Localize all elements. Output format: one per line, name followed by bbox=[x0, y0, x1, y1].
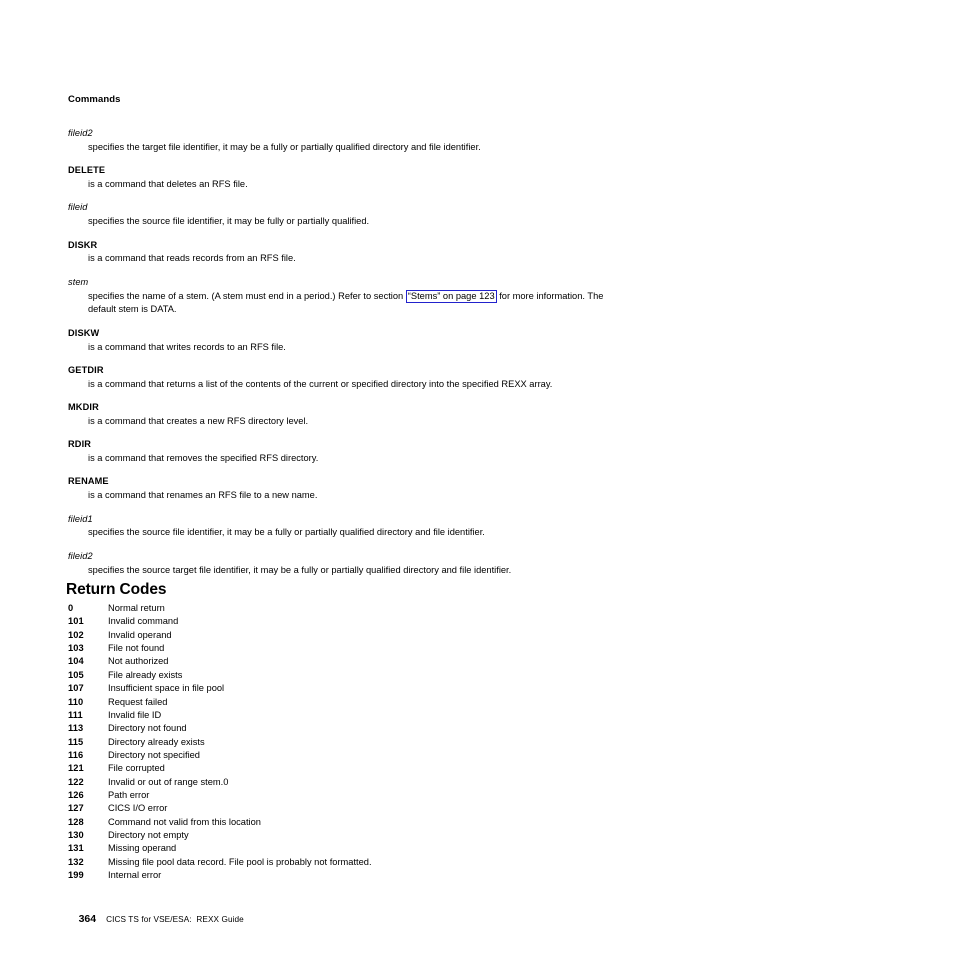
definition-description: specifies the source target file identif… bbox=[88, 564, 512, 575]
definition-term: DELETE bbox=[68, 165, 106, 176]
page-footer: 364 CICS TS for VSE/ESA: REXX Guide bbox=[68, 902, 244, 936]
return-code-description: Directory already exists bbox=[108, 736, 205, 747]
definition-term: RENAME bbox=[68, 476, 109, 487]
return-code-row: 199 Internal error bbox=[68, 869, 588, 882]
definition-term: fileid2 bbox=[68, 128, 93, 138]
return-code-row: 111 Invalid file ID bbox=[68, 709, 588, 722]
return-code-description: Not authorized bbox=[108, 656, 169, 667]
return-code-description: Request failed bbox=[108, 696, 168, 707]
return-code-description: Command not valid from this location bbox=[108, 816, 261, 827]
return-code-row: 128 Command not valid from this location bbox=[68, 816, 588, 829]
definition-term: DISKR bbox=[68, 239, 98, 250]
definition-term: fileid2 bbox=[68, 550, 93, 561]
return-code-row: 102 Invalid operand bbox=[68, 629, 588, 642]
return-code-description: Normal return bbox=[108, 603, 165, 613]
return-code-value: 107 bbox=[68, 683, 84, 694]
definition-description: specifies the source file identifier, it… bbox=[88, 527, 485, 538]
return-code-value: 122 bbox=[68, 776, 84, 787]
return-code-row: 115 Directory already exists bbox=[68, 736, 588, 749]
return-code-description: File not found bbox=[108, 643, 165, 654]
return-code-description: Missing file pool data record. File pool… bbox=[108, 856, 372, 867]
definition-description: is a command that deletes an RFS file. bbox=[88, 178, 248, 189]
document-page: Commands fileid2 specifies the target fil… bbox=[0, 0, 954, 954]
return-code-description: File already exists bbox=[108, 669, 183, 680]
return-code-value: 113 bbox=[68, 723, 84, 734]
cross-reference-link[interactable]: “Stems” on page 123 bbox=[405, 289, 497, 303]
return-code-row: 113 Directory not found bbox=[68, 722, 588, 735]
return-code-description: Invalid operand bbox=[108, 629, 172, 640]
definition-term: MKDIR bbox=[68, 402, 99, 413]
footer-page-number: 364 bbox=[78, 913, 97, 925]
return-code-value: 121 bbox=[68, 763, 84, 774]
return-code-value: 103 bbox=[68, 643, 84, 654]
return-code-description: Invalid command bbox=[108, 616, 179, 627]
return-code-description: CICS I/O error bbox=[108, 803, 168, 814]
return-code-row: 110 Request failed bbox=[68, 696, 588, 709]
definition-term: RDIR bbox=[68, 439, 92, 450]
return-code-value: 102 bbox=[68, 629, 84, 640]
return-code-value: 126 bbox=[68, 790, 84, 801]
definition-term: fileid bbox=[68, 202, 88, 213]
return-code-row: 103 File not found bbox=[68, 642, 588, 655]
return-code-value: 101 bbox=[68, 616, 84, 627]
return-code-description: Internal error bbox=[108, 870, 162, 881]
return-code-description: Directory not found bbox=[108, 723, 187, 734]
return-code-row: 130 Directory not empty bbox=[68, 829, 588, 842]
definition-term: DISKW bbox=[68, 327, 100, 338]
return-code-row: 107 Insufficient space in file pool bbox=[68, 682, 588, 695]
definition-description: is a command that reads records from an … bbox=[88, 253, 296, 264]
return-code-value: 131 bbox=[68, 843, 84, 854]
definition-term: fileid1 bbox=[68, 513, 93, 524]
return-code-row: 105 File already exists bbox=[68, 669, 588, 682]
return-code-value: 132 bbox=[68, 856, 84, 867]
return-code-row: 101 Invalid command bbox=[68, 615, 588, 628]
return-code-value: 130 bbox=[68, 830, 84, 841]
definition-description: is a command that renames an RFS file to… bbox=[88, 490, 318, 501]
return-code-description: Missing operand bbox=[108, 843, 177, 854]
return-code-value: 115 bbox=[68, 736, 84, 747]
return-codes-body: 0 Normal return 101 Invalid command 102 Inval… bbox=[68, 602, 588, 883]
return-code-row: 132 Missing file pool data record. File p… bbox=[68, 856, 588, 869]
return-code-value: 128 bbox=[68, 816, 84, 827]
return-code-description: Invalid file ID bbox=[108, 709, 162, 720]
return-codes-table: 0 Normal return 101 Invalid command 102 Inval… bbox=[68, 602, 588, 883]
definition-description: is a command that returns a list of the … bbox=[88, 378, 553, 389]
definition-description: is a command that removes the specified … bbox=[88, 453, 319, 464]
definition-term: stem bbox=[68, 276, 89, 287]
return-code-description: Invalid or out of range stem.0 bbox=[108, 776, 229, 787]
return-code-value: 104 bbox=[68, 656, 84, 667]
return-code-description: File corrupted bbox=[108, 763, 165, 774]
return-code-description: Directory not empty bbox=[108, 830, 189, 841]
return-code-value: 110 bbox=[68, 696, 84, 707]
definition-description: is a command that writes records to an R… bbox=[88, 341, 286, 352]
return-code-row: 122 Invalid or out of range stem.0 bbox=[68, 776, 588, 789]
return-code-row: 127 CICS I/O error bbox=[68, 802, 588, 815]
return-code-description: Path error bbox=[108, 790, 150, 801]
return-code-value: 0 bbox=[68, 603, 74, 613]
return-code-row: 116 Directory not specified bbox=[68, 749, 588, 762]
return-code-value: 111 bbox=[68, 709, 83, 720]
return-code-description: Insufficient space in file pool bbox=[108, 683, 225, 694]
footer-book-title: CICS TS for VSE/ESA: REXX Guide bbox=[106, 915, 244, 924]
definition-description: specifies the target file identifier, it… bbox=[88, 141, 481, 152]
return-code-value: 105 bbox=[68, 669, 84, 680]
command-definition-list: fileid2 specifies the target file identif… bbox=[68, 127, 628, 587]
definition-term: GETDIR bbox=[68, 364, 104, 375]
return-code-description: Directory not specified bbox=[108, 749, 200, 760]
return-code-row: 104 Not authorized bbox=[68, 655, 588, 668]
definition-description: specifies the source file identifier, it… bbox=[88, 216, 370, 227]
return-code-row: 121 File corrupted bbox=[68, 762, 588, 775]
return-code-value: 116 bbox=[68, 749, 84, 760]
return-code-value: 127 bbox=[68, 803, 84, 814]
return-code-row: 0 Normal return bbox=[68, 602, 588, 615]
return-code-row: 131 Missing operand bbox=[68, 842, 588, 855]
definition-description: specifies the name of a stem. (A stem mu… bbox=[68, 289, 628, 318]
return-code-value: 199 bbox=[68, 870, 84, 881]
definition-text-before-link: specifies the name of a stem. (A stem mu… bbox=[88, 290, 406, 301]
definition-description: is a command that creates a new RFS dire… bbox=[88, 415, 309, 426]
running-header: Commands bbox=[68, 94, 121, 105]
return-code-row: 126 Path error bbox=[68, 789, 588, 802]
section-heading-return-codes: Return Codes bbox=[66, 581, 167, 598]
